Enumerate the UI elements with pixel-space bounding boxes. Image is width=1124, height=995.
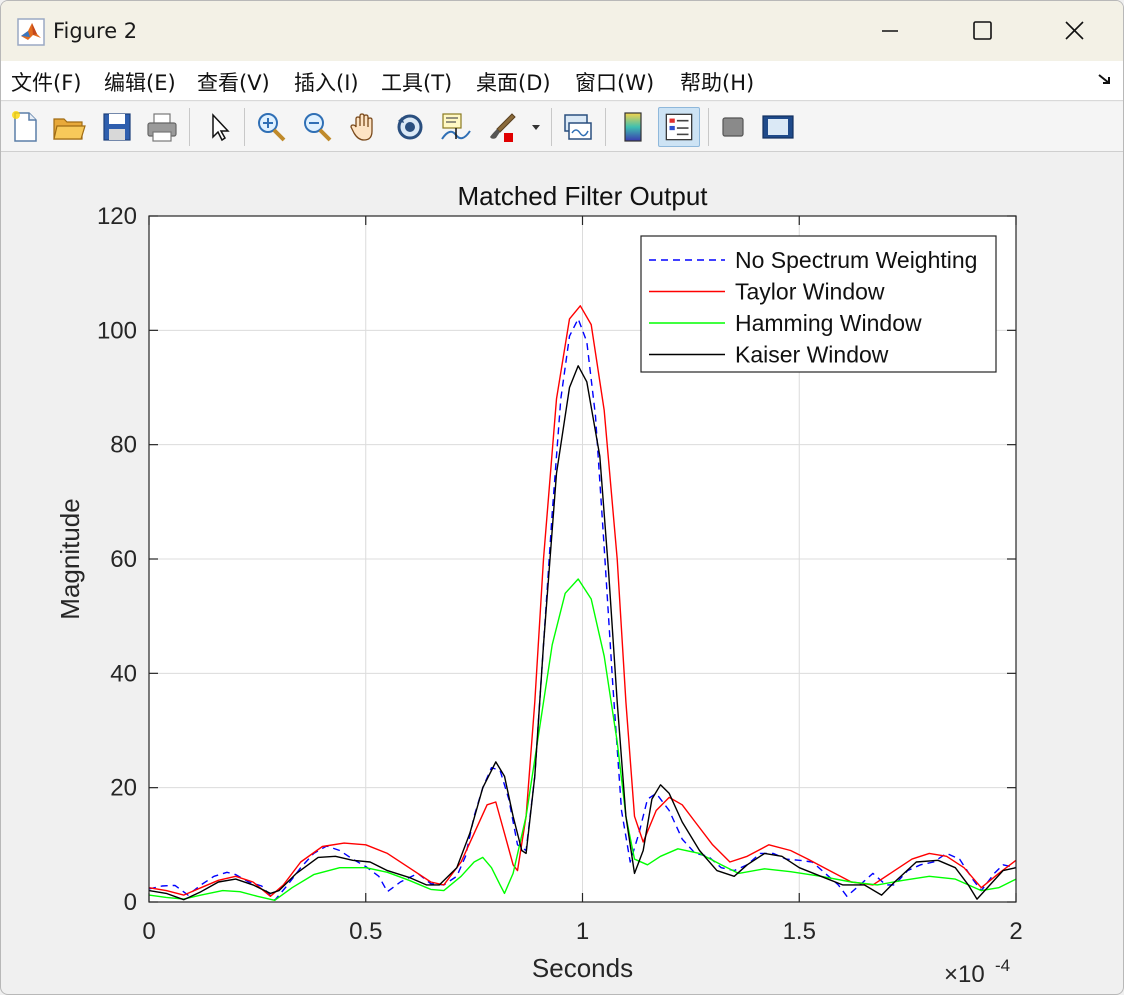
y-tick-label: 20 xyxy=(110,775,137,802)
new-figure-icon xyxy=(12,111,37,142)
pan-icon xyxy=(350,113,373,141)
x-tick-label: 0 xyxy=(142,918,155,945)
y-tick-label: 120 xyxy=(97,203,137,230)
title-bar: Figure 2 xyxy=(1,1,1123,61)
link-plot-button[interactable] xyxy=(559,109,595,145)
chart-title: Matched Filter Output xyxy=(458,181,709,211)
y-tick-label: 0 xyxy=(124,889,137,916)
menu-desktop[interactable]: 桌面(D) xyxy=(476,67,551,97)
x-tick-label: 2 xyxy=(1009,918,1022,945)
menu-insert[interactable]: 插入(I) xyxy=(294,67,359,97)
x-tick-label: 1 xyxy=(576,918,589,945)
y-tick-label: 100 xyxy=(97,317,137,344)
pointer-icon xyxy=(212,113,230,142)
rotate-3d-icon xyxy=(397,114,423,140)
figure-canvas: 0 0.5 1 1.5 2 0 20 40 60 80 100 120 Matched Filter O… xyxy=(5,153,1119,991)
menu-tools[interactable]: 工具(T) xyxy=(381,67,452,97)
pan-button[interactable] xyxy=(346,109,382,145)
show-plot-tools-button[interactable] xyxy=(760,109,796,145)
save-button[interactable] xyxy=(99,109,135,145)
legend-label-0: No Spectrum Weighting xyxy=(735,247,977,273)
zoom-out-button[interactable] xyxy=(299,109,335,145)
toolbar-separator xyxy=(189,108,190,146)
print-icon xyxy=(147,113,177,142)
window-title: Figure 2 xyxy=(53,19,138,43)
print-button[interactable] xyxy=(144,109,180,145)
y-tick-label: 80 xyxy=(110,432,137,459)
x-tick-label: 0.5 xyxy=(349,918,382,945)
save-icon xyxy=(103,113,131,141)
close-button[interactable] xyxy=(1051,9,1097,53)
data-cursor-button[interactable] xyxy=(438,109,474,145)
hide-plot-tools-button[interactable] xyxy=(715,109,751,145)
brush-icon xyxy=(490,113,516,142)
open-file-icon xyxy=(53,118,86,140)
toolbar xyxy=(1,102,1123,152)
zoom-out-icon xyxy=(304,113,332,142)
toolbar-separator xyxy=(605,108,606,146)
y-tick-label: 60 xyxy=(110,546,137,573)
y-axis-label: Magnitude xyxy=(55,498,85,619)
figure-window: Figure 2 文件(F) 编辑(E) 查看(V) 插入(I) 工具(T) 桌… xyxy=(0,0,1124,995)
maximize-icon xyxy=(973,21,992,40)
menu-help[interactable]: 帮助(H) xyxy=(680,67,754,97)
x-exponent-power: -4 xyxy=(995,956,1010,975)
menu-window[interactable]: 窗口(W) xyxy=(575,67,654,97)
matlab-logo-icon xyxy=(17,18,45,46)
toolbar-separator xyxy=(551,108,552,146)
colorbar-icon xyxy=(624,112,642,142)
menu-file[interactable]: 文件(F) xyxy=(11,67,81,97)
legend-label-2: Hamming Window xyxy=(735,310,922,336)
menu-view[interactable]: 查看(V) xyxy=(197,67,270,97)
minimize-icon xyxy=(882,30,898,32)
menu-edit[interactable]: 编辑(E) xyxy=(104,67,176,97)
data-cursor-icon xyxy=(441,113,471,140)
x-tick-label: 1.5 xyxy=(783,918,816,945)
maximize-button[interactable] xyxy=(959,9,1005,53)
menu-bar: 文件(F) 编辑(E) 查看(V) 插入(I) 工具(T) 桌面(D) 窗口(W… xyxy=(1,61,1123,101)
open-file-button[interactable] xyxy=(51,109,87,145)
legend-button[interactable] xyxy=(658,107,700,147)
zoom-in-icon xyxy=(258,113,286,142)
new-figure-button[interactable] xyxy=(7,109,43,145)
edit-plot-button[interactable] xyxy=(201,109,237,145)
y-tick-label: 40 xyxy=(110,660,137,687)
dock-arrow-icon[interactable] xyxy=(1095,69,1115,89)
link-plot-icon xyxy=(564,114,592,140)
show-plot-tools-icon xyxy=(762,115,794,139)
legend-icon xyxy=(665,113,693,141)
hide-plot-tools-icon xyxy=(722,117,744,137)
zoom-in-button[interactable] xyxy=(253,109,289,145)
toolbar-separator xyxy=(244,108,245,146)
toolbar-separator xyxy=(708,108,709,146)
brush-dropdown-button[interactable] xyxy=(529,109,543,145)
x-axis-label: Seconds xyxy=(532,953,633,983)
colorbar-button[interactable] xyxy=(615,109,651,145)
matched-filter-chart[interactable]: 0 0.5 1 1.5 2020406080100120Matched Filter O… xyxy=(5,153,1119,991)
legend-label-1: Taylor Window xyxy=(735,279,885,305)
legend-label-3: Kaiser Window xyxy=(735,342,889,368)
rotate-3d-button[interactable] xyxy=(392,109,428,145)
brush-button[interactable] xyxy=(484,109,520,145)
chevron-down-icon xyxy=(532,125,540,130)
close-icon xyxy=(1065,21,1084,40)
x-exponent-label: ×10 xyxy=(944,961,985,988)
minimize-button[interactable] xyxy=(867,9,913,53)
